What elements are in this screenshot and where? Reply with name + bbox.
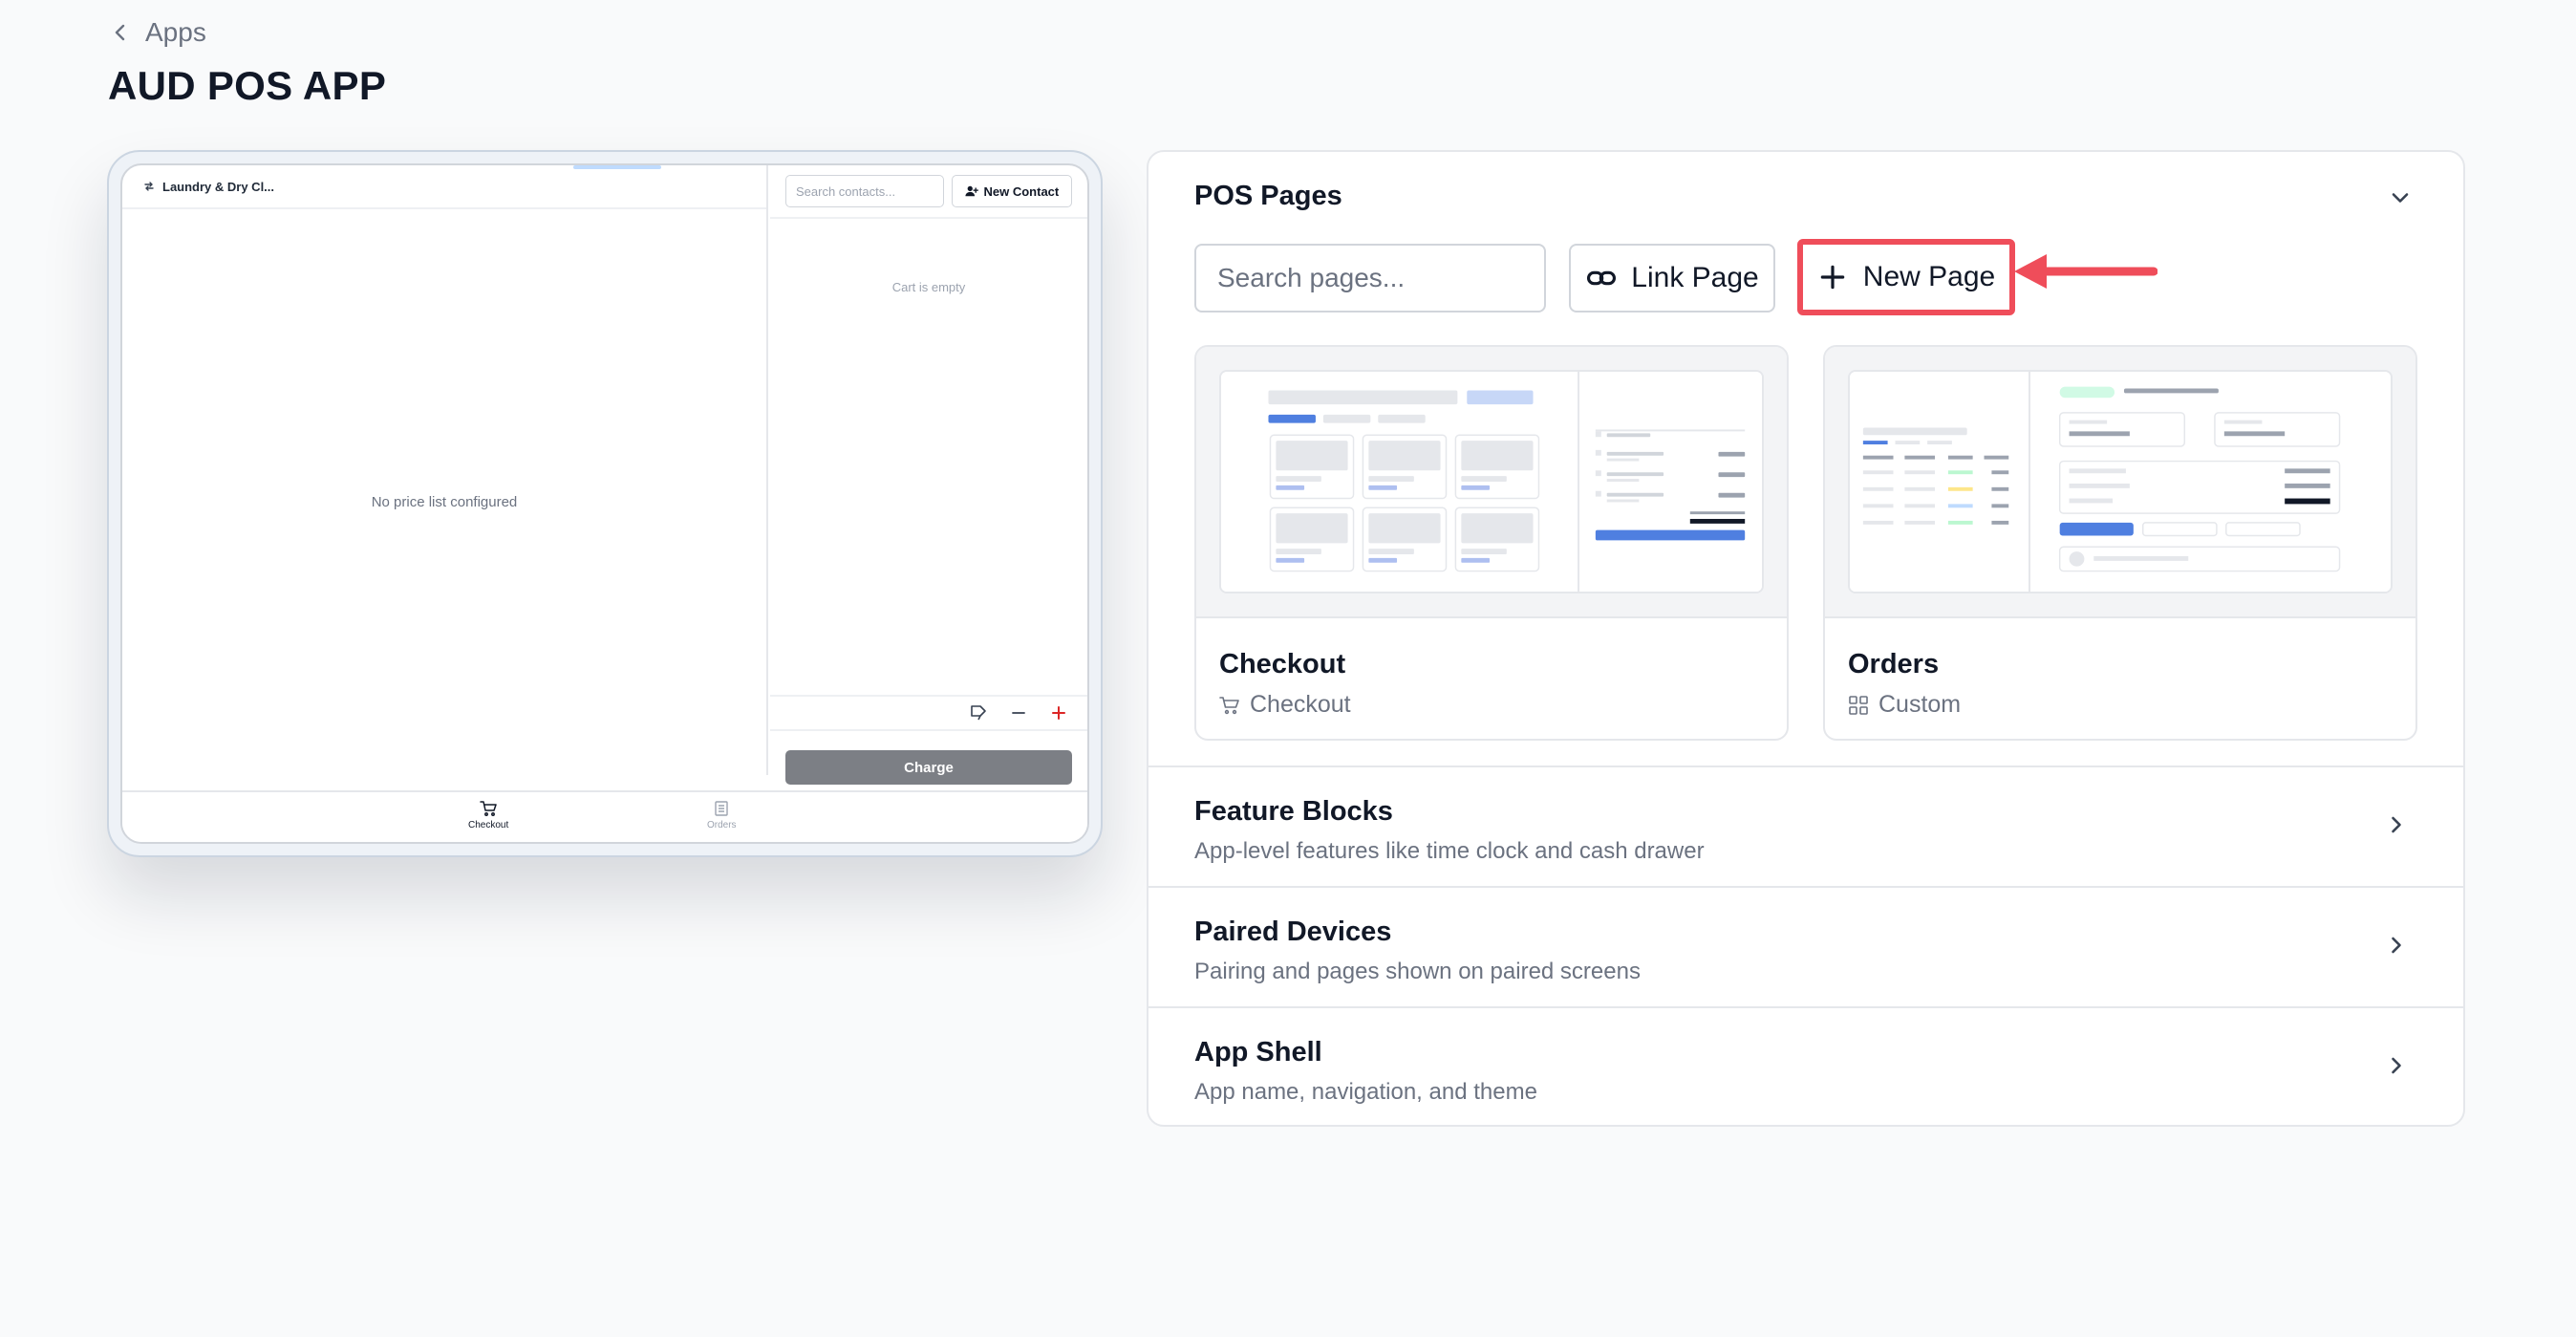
switch-icon bbox=[144, 182, 154, 191]
minus-icon bbox=[1012, 712, 1025, 714]
cart-icon bbox=[1219, 696, 1239, 714]
card-type-checkout: Checkout bbox=[1219, 691, 1351, 719]
checkout-thumbnail bbox=[1219, 370, 1764, 593]
link-page-label: Link Page bbox=[1631, 262, 1759, 293]
section-feature-blocks[interactable]: Feature Blocks App-level features like t… bbox=[1148, 766, 2463, 886]
nav-checkout[interactable]: Checkout bbox=[468, 800, 508, 830]
paired-devices-subtitle: Pairing and pages shown on paired screen… bbox=[1194, 959, 1641, 984]
checkout-preview bbox=[1196, 347, 1787, 618]
empty-price-list-message: No price list configured bbox=[371, 494, 518, 510]
page-card-orders[interactable]: Orders Custom bbox=[1823, 345, 2417, 741]
feature-blocks-subtitle: App-level features like time clock and c… bbox=[1194, 838, 1705, 864]
nav-orders[interactable]: Orders bbox=[707, 800, 737, 830]
card-name-orders: Orders bbox=[1848, 649, 1940, 679]
contact-search-input[interactable]: Search contacts... bbox=[785, 175, 944, 207]
decrease-button[interactable] bbox=[1009, 703, 1028, 722]
card-type-orders-label: Custom bbox=[1878, 691, 1962, 718]
paired-devices-title: Paired Devices bbox=[1194, 916, 1392, 947]
card-type-checkout-label: Checkout bbox=[1250, 691, 1351, 718]
new-contact-button[interactable]: New Contact bbox=[951, 175, 1072, 207]
card-name-checkout: Checkout bbox=[1219, 649, 1346, 679]
new-contact-label: New Contact bbox=[983, 183, 1060, 199]
discount-tag-button[interactable] bbox=[969, 703, 988, 722]
cart-icon bbox=[480, 801, 497, 816]
page-title: AUD POS APP bbox=[108, 63, 387, 108]
new-page-label: New Page bbox=[1862, 261, 1996, 292]
product-panel: Laundry & Dry Cl... No price list config… bbox=[122, 165, 768, 775]
tag-icon bbox=[971, 705, 986, 721]
plus-icon bbox=[1820, 265, 1845, 290]
business-name: Laundry & Dry Cl... bbox=[162, 179, 275, 194]
chevron-left-icon bbox=[115, 24, 125, 41]
plus-icon bbox=[1052, 706, 1065, 720]
feature-blocks-title: Feature Blocks bbox=[1194, 796, 1393, 827]
nav-orders-label: Orders bbox=[707, 820, 737, 830]
device-preview: Laundry & Dry Cl... No price list config… bbox=[107, 150, 1103, 857]
app-shell-title: App Shell bbox=[1194, 1037, 1322, 1067]
new-page-button[interactable]: New Page bbox=[1809, 250, 2004, 304]
charge-button[interactable]: Charge bbox=[785, 750, 1072, 785]
grid-icon bbox=[1849, 695, 1868, 715]
link-page-button[interactable]: Link Page bbox=[1569, 244, 1775, 313]
card-type-orders: Custom bbox=[1848, 691, 1961, 719]
cart-toolbar bbox=[770, 695, 1087, 731]
annotation-arrow-icon bbox=[2014, 254, 2157, 289]
link-icon bbox=[1587, 270, 1617, 286]
chevron-down-icon[interactable] bbox=[2387, 184, 2414, 211]
nav-checkout-label: Checkout bbox=[468, 820, 509, 830]
orders-thumbnail bbox=[1848, 370, 2393, 593]
chevron-right-icon bbox=[2392, 816, 2401, 833]
business-switcher[interactable]: Laundry & Dry Cl... bbox=[122, 165, 766, 209]
add-user-icon bbox=[964, 185, 978, 197]
app-shell-subtitle: App name, navigation, and theme bbox=[1194, 1079, 1537, 1105]
orders-preview bbox=[1825, 347, 2415, 618]
chevron-right-icon bbox=[2392, 937, 2401, 954]
section-app-shell[interactable]: App Shell App name, navigation, and them… bbox=[1148, 1006, 2463, 1125]
cart-empty-message: Cart is empty bbox=[891, 280, 966, 294]
pos-pages-title: POS Pages bbox=[1194, 181, 1342, 211]
breadcrumb[interactable]: Apps bbox=[109, 17, 206, 48]
increase-button[interactable] bbox=[1049, 703, 1068, 722]
section-paired-devices[interactable]: Paired Devices Pairing and pages shown o… bbox=[1148, 886, 2463, 1006]
contact-row: Search contacts... New Contact bbox=[770, 165, 1087, 219]
breadcrumb-apps-link[interactable]: Apps bbox=[145, 17, 206, 48]
search-pages-input[interactable] bbox=[1194, 244, 1546, 313]
page-card-checkout[interactable]: Checkout Checkout bbox=[1194, 345, 1789, 741]
cart-panel: Search contacts... New Contact Cart is e… bbox=[770, 165, 1087, 785]
bottom-nav: Checkout Orders bbox=[122, 790, 1087, 842]
list-icon bbox=[715, 801, 728, 816]
chevron-right-icon bbox=[2392, 1057, 2401, 1074]
device-screen: Laundry & Dry Cl... No price list config… bbox=[120, 163, 1089, 844]
